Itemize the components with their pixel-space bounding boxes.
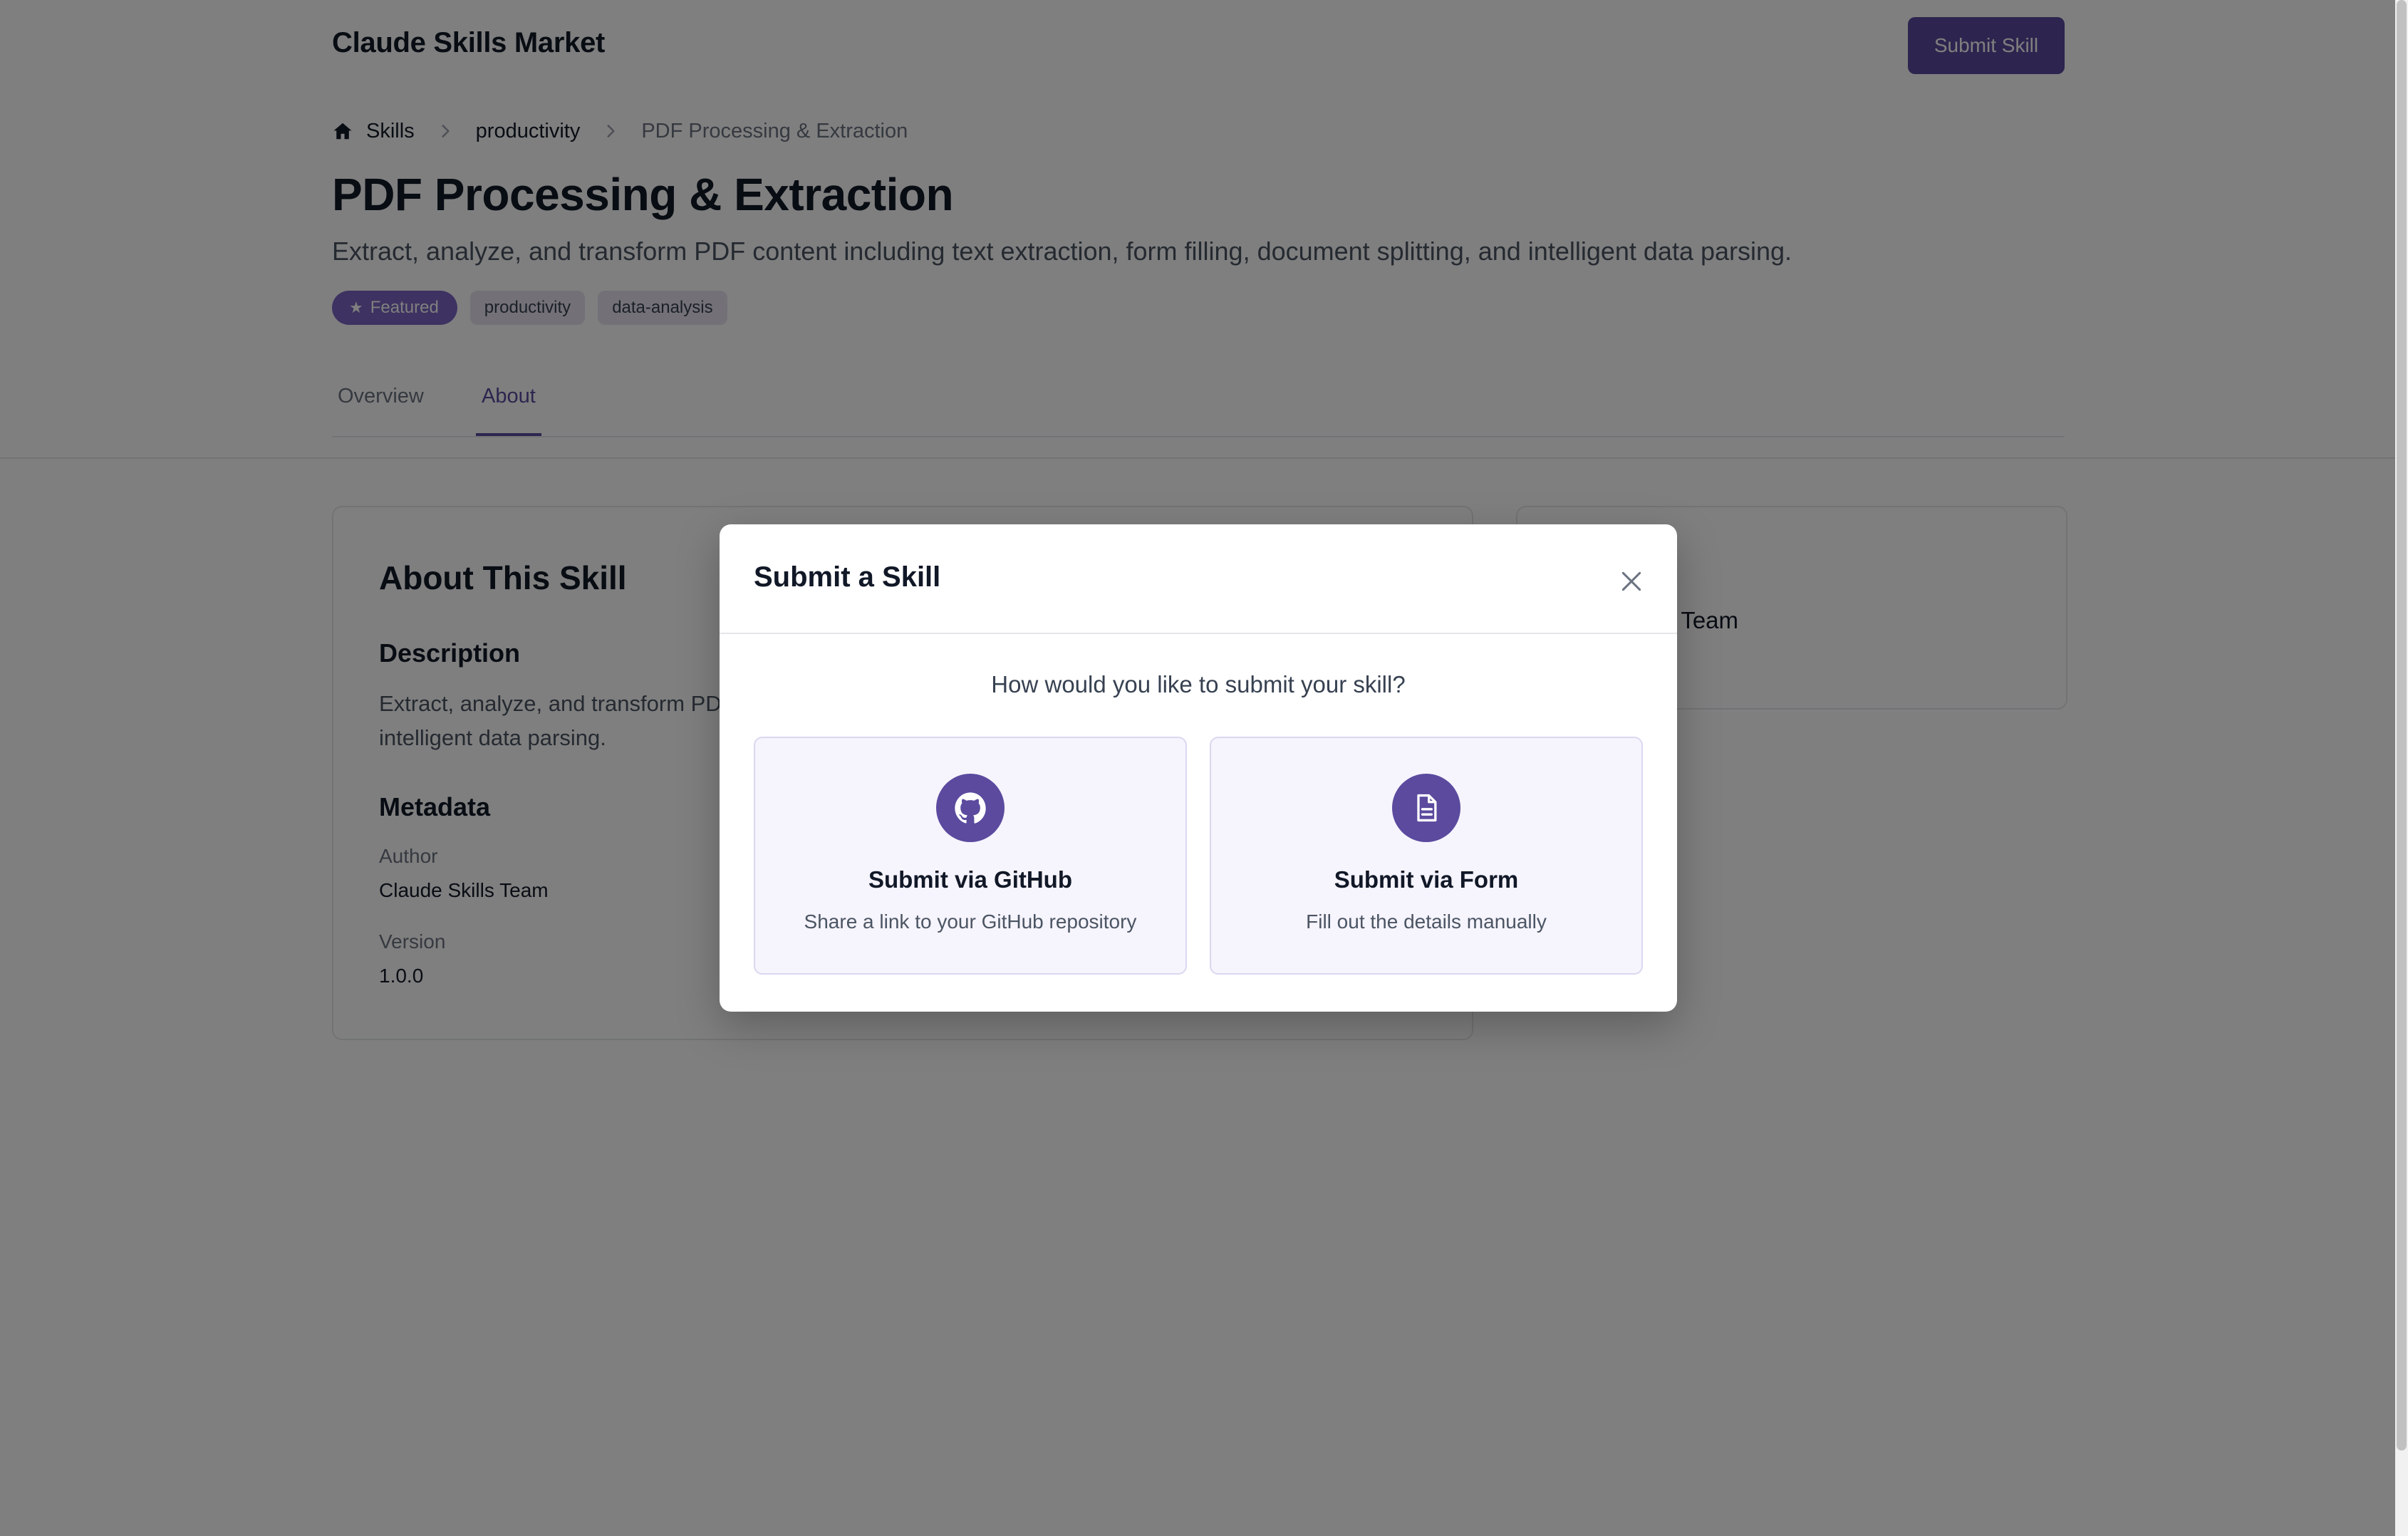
github-option-title: Submit via GitHub xyxy=(868,866,1072,893)
modal-title: Submit a Skill xyxy=(754,561,941,593)
submit-modal: Submit a Skill How would you like to sub… xyxy=(720,524,1677,1012)
github-icon xyxy=(936,774,1005,842)
close-button[interactable] xyxy=(1612,561,1651,601)
modal-question: How would you like to submit your skill? xyxy=(991,671,1406,697)
scrollbar[interactable] xyxy=(2395,0,2408,1536)
modal-header: Submit a Skill xyxy=(720,524,1677,634)
github-option-subtitle: Share a link to your GitHub repository xyxy=(804,910,1137,933)
form-option-title: Submit via Form xyxy=(1334,866,1519,893)
close-icon xyxy=(1621,571,1641,591)
submit-via-form-option[interactable]: Submit via Form Fill out the details man… xyxy=(1210,737,1643,975)
form-option-subtitle: Fill out the details manually xyxy=(1306,910,1547,933)
scrollbar-thumb[interactable] xyxy=(2397,0,2407,1451)
submit-via-github-option[interactable]: Submit via GitHub Share a link to your G… xyxy=(754,737,1187,975)
document-icon xyxy=(1392,774,1460,842)
